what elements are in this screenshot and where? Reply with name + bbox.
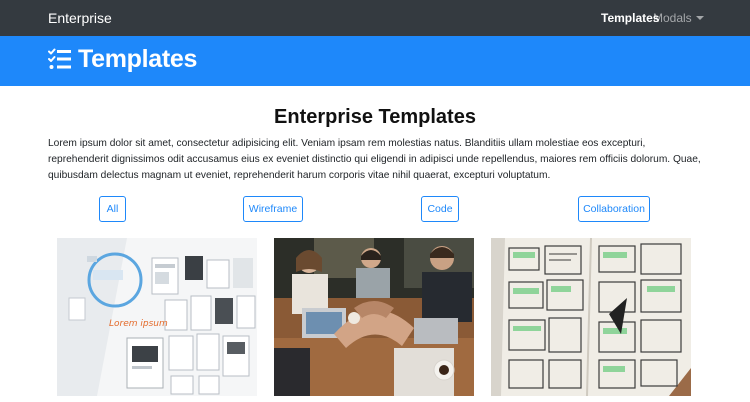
svg-text:Lorem ipsum: Lorem ipsum — [109, 319, 168, 329]
top-navbar: Enterprise Templates Modals — [0, 0, 750, 36]
nav-item-modals[interactable]: Modals — [653, 10, 704, 26]
template-card-2[interactable] — [274, 238, 474, 396]
header-title: Templates — [78, 45, 198, 73]
team-collaboration-image — [274, 238, 474, 396]
wireframe-wall-image: Lorem ipsum — [57, 238, 257, 396]
filter-collaboration-button[interactable]: Collaboration — [578, 196, 650, 222]
sketch-notebook-image — [491, 238, 691, 396]
page-title: Enterprise Templates — [274, 106, 476, 128]
intro-paragraph: Lorem ipsum dolor sit amet, consectetur … — [48, 138, 701, 181]
caret-down-icon — [695, 16, 704, 20]
nav-item-templates[interactable]: Templates — [601, 10, 659, 26]
template-card-1[interactable]: Lorem ipsum — [57, 238, 257, 396]
nav-item-modals-label: Modals — [653, 11, 692, 25]
filter-wireframe-button[interactable]: Wireframe — [243, 196, 303, 222]
navbar-brand[interactable]: Enterprise — [48, 9, 112, 27]
filter-code-button[interactable]: Code — [421, 196, 459, 222]
filter-all-button[interactable]: All — [99, 196, 126, 222]
template-card-3[interactable] — [491, 238, 691, 396]
checklist-icon — [48, 48, 71, 69]
